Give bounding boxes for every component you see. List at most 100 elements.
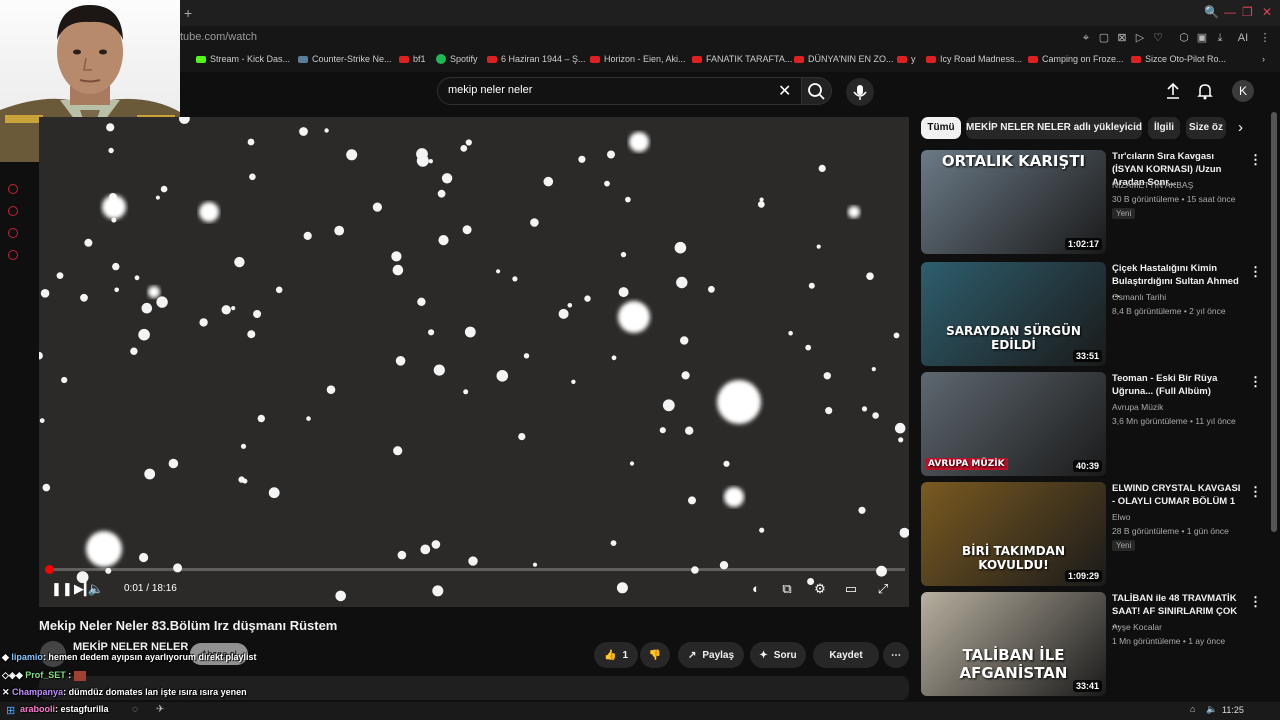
- progress-bar[interactable]: [45, 565, 905, 574]
- recommendation-title[interactable]: Teoman - Eski Bir Rüya Uğruna... (Full A…: [1112, 372, 1244, 398]
- video-thumbnail[interactable]: AVRUPA MÜZİK 40:39: [921, 372, 1106, 476]
- start-menu-icon[interactable]: ⊞: [6, 704, 15, 717]
- like-count: 1: [622, 649, 628, 661]
- bookmark-item[interactable]: y: [897, 54, 916, 64]
- page-scrollbar[interactable]: [1271, 112, 1277, 532]
- screenshot-icon[interactable]: ▢: [1097, 31, 1111, 45]
- chip-for-you[interactable]: Size öz: [1186, 117, 1226, 139]
- close-window-icon[interactable]: ✕: [1262, 5, 1272, 19]
- more-options-icon[interactable]: ⋮: [1249, 374, 1262, 390]
- progress-scrubber[interactable]: [45, 565, 54, 574]
- snow-particle: [681, 371, 690, 380]
- snow-particle: [662, 399, 675, 412]
- autoplay-toggle[interactable]: ◐: [745, 580, 767, 598]
- dislike-button[interactable]: 👎: [640, 642, 670, 668]
- more-actions-button[interactable]: ⋯: [883, 642, 909, 668]
- maximize-icon[interactable]: ❐: [1242, 5, 1253, 19]
- taskbar-app-icon[interactable]: ✈: [156, 704, 164, 715]
- download-icon[interactable]: ⤓: [1213, 31, 1227, 45]
- search-button[interactable]: [802, 77, 832, 105]
- new-tab-button[interactable]: +: [184, 5, 192, 21]
- minimize-icon[interactable]: —: [1224, 5, 1236, 19]
- pin-icon[interactable]: ⌖: [1079, 31, 1093, 45]
- voice-search-button[interactable]: [846, 78, 874, 106]
- bookmark-item[interactable]: Stream - Kick Das...: [196, 54, 290, 64]
- recommendation-title[interactable]: ELWIND CRYSTAL KAVGASI - OLAYLI CUMAR BÖ…: [1112, 482, 1244, 508]
- heart-icon[interactable]: ♡: [1151, 31, 1165, 45]
- share-button[interactable]: ↗ Paylaş: [678, 642, 744, 668]
- save-button[interactable]: Kaydet: [813, 642, 879, 668]
- rail-chat-icon[interactable]: [8, 228, 18, 238]
- recommendation-channel[interactable]: Osmanlı Tarihi: [1112, 292, 1166, 302]
- bookmark-item[interactable]: Icy Road Madness...: [926, 54, 1022, 64]
- snow-particle: [433, 364, 445, 376]
- chip-all[interactable]: Tümü: [921, 117, 961, 139]
- rail-history-icon[interactable]: [8, 206, 18, 216]
- speaker-icon[interactable]: 🔈: [1206, 704, 1217, 715]
- recommendation-channel[interactable]: NİZAMETTİN AKBAŞ: [1112, 180, 1193, 190]
- bookmark-item[interactable]: Sizce Oto-Pilot Ro...: [1131, 54, 1226, 64]
- snow-particle: [56, 272, 64, 279]
- extensions-icon[interactable]: ⬡: [1177, 31, 1191, 45]
- recommendation-card[interactable]: BİRİ TAKIMDAN KOVULDU! 1:09:29 ELWIND CRYS…: [921, 482, 1262, 586]
- miniplayer-icon[interactable]: ▭: [842, 580, 860, 598]
- ask-button[interactable]: ✦ Soru: [750, 642, 806, 668]
- url-field[interactable]: tube.com/watch: [180, 31, 257, 43]
- bookmark-item[interactable]: Counter-Strike Ne...: [298, 54, 392, 64]
- search-input[interactable]: mekip neler neler ✕: [437, 77, 802, 105]
- upload-icon[interactable]: [1164, 82, 1182, 100]
- recommendation-channel[interactable]: Elwo: [1112, 512, 1130, 522]
- search-tabs-icon[interactable]: 🔍: [1204, 5, 1219, 19]
- more-options-icon[interactable]: ⋮: [1249, 484, 1262, 500]
- chip-from-uploader[interactable]: MEKİP NELER NELER adlı yükleyiciden: [966, 117, 1142, 139]
- menu-icon[interactable]: ⋮: [1258, 31, 1272, 45]
- rail-home-icon[interactable]: [8, 184, 18, 194]
- video-player[interactable]: [39, 117, 909, 607]
- more-options-icon[interactable]: ⋮: [1249, 152, 1262, 168]
- recommendation-card[interactable]: SARAYDAN SÜRGÜN EDİLDİ 33:51 Çiçek Hastalı…: [921, 262, 1262, 366]
- chips-next-icon[interactable]: ›: [1238, 119, 1243, 136]
- video-duration: 33:41: [1072, 680, 1102, 692]
- recommendation-card[interactable]: TALİBAN İLE AFGANİSTAN 33:41 TALİBAN ile 4…: [921, 592, 1262, 696]
- video-thumbnail[interactable]: BİRİ TAKIMDAN KOVULDU! 1:09:29: [921, 482, 1106, 586]
- rail-settings-icon[interactable]: [8, 250, 18, 260]
- ai-button[interactable]: AI: [1233, 31, 1253, 45]
- wallet-icon[interactable]: ▣: [1195, 31, 1209, 45]
- bookmarks-overflow-icon[interactable]: ›: [1262, 54, 1265, 64]
- bookmark-item[interactable]: FANATIK TARAFTA...: [692, 54, 792, 64]
- recommendation-channel[interactable]: Ayşe Kocalar: [1112, 622, 1162, 632]
- clear-search-icon[interactable]: ✕: [778, 81, 791, 101]
- recommendation-card[interactable]: AVRUPA MÜZİK 40:39 Teoman - Eski Bir Rüya …: [921, 372, 1262, 476]
- settings-gear-icon[interactable]: ⚙: [811, 580, 829, 598]
- bookmark-item[interactable]: DÜNYA'NIN EN ZO...: [794, 54, 894, 64]
- snow-particle: [160, 185, 168, 193]
- chip-related[interactable]: İlgili: [1148, 117, 1180, 139]
- recommendation-channel[interactable]: Avrupa Müzik: [1112, 402, 1163, 412]
- bookmark-item[interactable]: 6 Haziran 1944 – Ş...: [487, 54, 586, 64]
- bookmark-item[interactable]: Spotify: [436, 54, 478, 64]
- bookmark-item[interactable]: Horizon - Eien, Aki...: [590, 54, 686, 64]
- more-options-icon[interactable]: ⋮: [1249, 264, 1262, 280]
- notifications-bell-icon[interactable]: [1196, 82, 1214, 100]
- video-thumbnail[interactable]: ORTALIK KARIŞTI 1:02:17: [921, 150, 1106, 254]
- recommendation-card[interactable]: ORTALIK KARIŞTI 1:02:17 Tır'cıların Sıra K…: [921, 150, 1262, 254]
- taskbar-app-icon[interactable]: ◌: [132, 704, 138, 715]
- like-button[interactable]: 👍 1: [594, 642, 638, 668]
- pause-button[interactable]: ❚❚: [51, 580, 73, 598]
- volume-icon[interactable]: 🔈: [87, 580, 105, 598]
- more-options-icon[interactable]: ⋮: [1249, 594, 1262, 610]
- snow-particle: [395, 356, 406, 366]
- play-icon[interactable]: ▷: [1133, 31, 1147, 45]
- subtitles-icon[interactable]: ⧉: [778, 580, 796, 598]
- network-icon[interactable]: ⌂: [1190, 704, 1195, 714]
- account-avatar[interactable]: K: [1232, 80, 1254, 102]
- video-thumbnail[interactable]: TALİBAN İLE AFGANİSTAN 33:41: [921, 592, 1106, 696]
- taskbar-clock[interactable]: 11:25: [1222, 705, 1244, 715]
- ai-icon[interactable]: ⊠: [1115, 31, 1129, 45]
- fullscreen-icon[interactable]: ⤢: [874, 580, 892, 598]
- snow-particle: [275, 286, 283, 294]
- bookmark-item[interactable]: bf1: [399, 54, 426, 64]
- snow-particle: [625, 196, 631, 203]
- video-thumbnail[interactable]: SARAYDAN SÜRGÜN EDİLDİ 33:51: [921, 262, 1106, 366]
- bookmark-item[interactable]: Camping on Froze...: [1028, 54, 1124, 64]
